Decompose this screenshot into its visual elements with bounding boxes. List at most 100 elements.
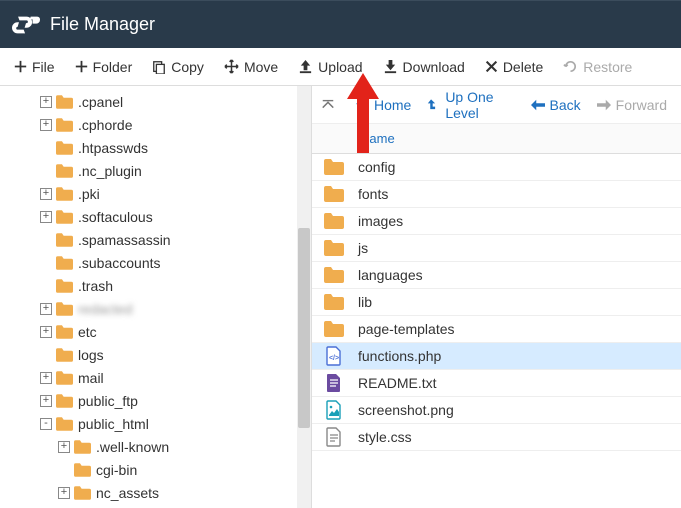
folder-icon [56,325,78,339]
file-name: screenshot.png [358,402,454,418]
tree-label: mail [78,370,104,386]
file-row[interactable]: lib [312,289,681,316]
folder-button[interactable]: Folder [65,53,143,81]
tree-toggle[interactable]: + [40,326,52,338]
copy-icon [152,60,166,74]
tree-node[interactable]: +wp-admin [10,504,311,508]
tree-node[interactable]: + .cpanel [10,90,311,113]
file-list-panel: HomeUp One LevelBackForward Name configf… [311,86,681,508]
levelup-icon [427,98,440,112]
tree-scrollbar[interactable] [297,86,311,508]
nav-forward-button: Forward [589,86,675,124]
tree-node[interactable]: +.softaculous [10,205,311,228]
download-button[interactable]: Download [373,53,475,81]
file-name: style.css [358,429,412,445]
tree-node[interactable]: .spamassassin [10,228,311,251]
tree-node[interactable]: +redacted [10,297,311,320]
nav-home-button[interactable]: Home [347,86,419,124]
file-row[interactable]: screenshot.png [312,397,681,424]
delete-icon [485,60,498,73]
tree-toggle[interactable]: + [40,188,52,200]
tree-node[interactable]: .htpasswds [10,136,311,159]
file-row[interactable]: </> functions.php [312,343,681,370]
plus-icon [14,60,27,73]
tree-node[interactable]: cgi-bin [10,458,311,481]
folder-icon [324,292,358,312]
collapse-up-icon[interactable] [318,94,339,116]
tree-label: .trash [78,278,113,294]
tree-node[interactable]: .subaccounts [10,251,311,274]
tree-scrollbar-thumb[interactable] [298,228,310,428]
move-button[interactable]: Move [214,53,288,81]
file-name: functions.php [358,348,441,364]
folder-icon [74,440,96,454]
tree-toggle[interactable]: + [58,487,70,499]
nav-up-button[interactable]: Up One Level [419,86,522,124]
tree-toggle[interactable]: - [40,418,52,430]
tree-node[interactable]: +etc [10,320,311,343]
column-name[interactable]: Name [360,131,395,146]
tree-node[interactable]: logs [10,343,311,366]
tree-node[interactable]: +.well-known [10,435,311,458]
folder-icon [56,187,78,201]
folder-icon [56,417,78,431]
tree-node[interactable]: + .cphorde [10,113,311,136]
folder-icon [56,95,78,109]
toolbar-label: Folder [93,59,133,75]
toolbar-label: Delete [503,59,543,75]
file-row[interactable]: page-templates [312,316,681,343]
tree-node[interactable]: .trash [10,274,311,297]
tree-toggle[interactable]: + [40,119,52,131]
delete-button[interactable]: Delete [475,53,553,81]
folder-icon [56,279,78,293]
cpanel-logo-icon [12,11,40,39]
folder-icon [74,463,96,477]
tree-label: .htpasswds [78,140,148,156]
tree-toggle[interactable]: + [40,96,52,108]
folder-icon [324,157,358,177]
folder-icon [324,238,358,258]
copy-button[interactable]: Copy [142,53,214,81]
nav-back-button[interactable]: Back [523,86,589,124]
tree-toggle[interactable]: + [58,441,70,453]
tree-node[interactable]: +.pki [10,182,311,205]
tree-toggle[interactable]: + [40,211,52,223]
toolbar-label: Download [403,59,465,75]
tree-label: public_ftp [78,393,138,409]
tree-node[interactable]: .nc_plugin [10,159,311,182]
folder-icon [324,184,358,204]
file-row[interactable]: js [312,235,681,262]
svg-text:</>: </> [329,355,339,362]
tree-label: .cphorde [78,117,132,133]
home-icon [355,98,369,112]
tree-node[interactable]: + mail [10,366,311,389]
tree-node[interactable]: + nc_assets [10,481,311,504]
arrowleft-icon [531,99,545,111]
file-row[interactable]: config [312,154,681,181]
tree-node[interactable]: + public_ftp [10,389,311,412]
tree-label: nc_assets [96,485,159,501]
file-row[interactable]: README.txt [312,370,681,397]
tree-toggle[interactable]: + [40,395,52,407]
download-icon [383,59,398,74]
tree-node[interactable]: -public_html [10,412,311,435]
file-row[interactable]: images [312,208,681,235]
folder-icon [56,141,78,155]
file-name: lib [358,294,372,310]
upload-button[interactable]: Upload [288,53,372,81]
tree-label: .cpanel [78,94,123,110]
upload-icon [298,59,313,74]
tree-toggle[interactable]: + [40,372,52,384]
file-button[interactable]: File [4,53,65,81]
nav-label: Forward [616,97,667,113]
file-row[interactable]: fonts [312,181,681,208]
file-row[interactable]: languages [312,262,681,289]
file-row[interactable]: style.css [312,424,681,451]
css-icon [324,427,358,447]
toolbar-label: Copy [171,59,204,75]
app-title: File Manager [50,14,155,35]
tree-toggle[interactable]: + [40,303,52,315]
folder-icon [56,302,78,316]
file-name: README.txt [358,375,437,391]
move-icon [224,59,239,74]
